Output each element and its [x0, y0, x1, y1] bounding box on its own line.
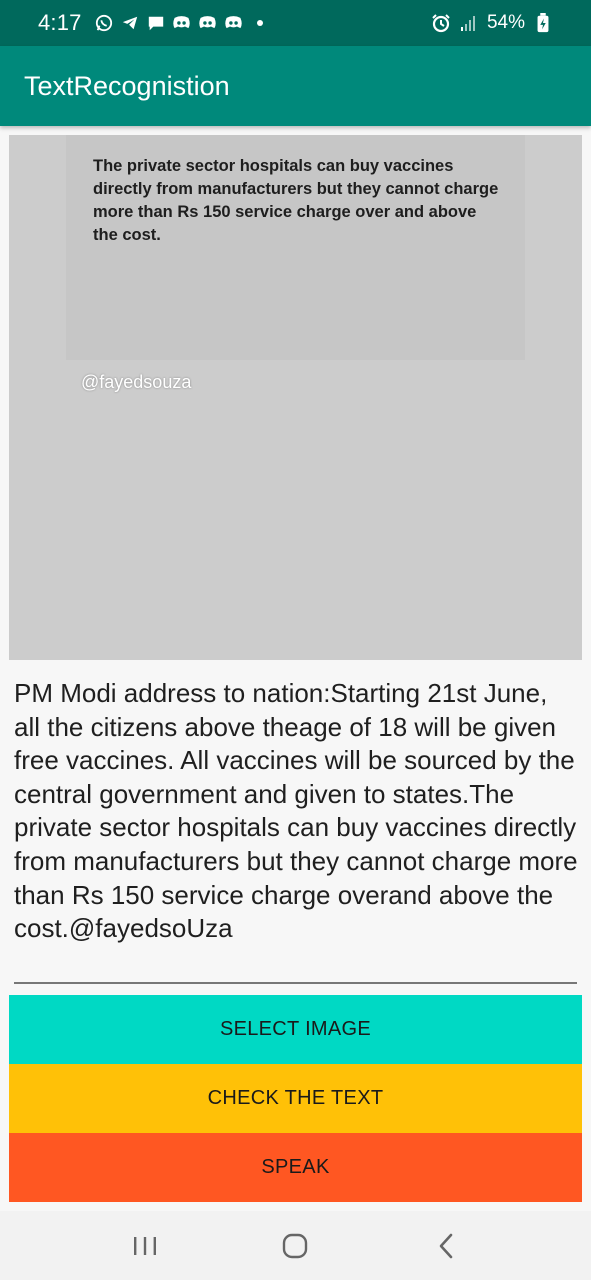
telegram-icon — [120, 13, 140, 33]
battery-percentage: 54% — [486, 12, 525, 33]
recent-apps-icon[interactable] — [115, 1221, 175, 1271]
selected-image-preview[interactable]: The private sector hospitals can buy vac… — [9, 135, 582, 660]
text-field-underline — [14, 982, 577, 984]
whatsapp-icon — [94, 13, 114, 33]
recognized-text[interactable]: PM Modi address to nation:Starting 21st … — [14, 677, 579, 946]
image-text-card: The private sector hospitals can buy vac… — [66, 135, 525, 360]
check-text-button[interactable]: CHECK THE TEXT — [9, 1064, 582, 1133]
signal-icon — [459, 13, 479, 33]
alarm-icon — [431, 13, 451, 33]
speak-button[interactable]: SPEAK — [9, 1133, 582, 1202]
discord-icon — [198, 13, 218, 33]
discord-icon — [224, 13, 244, 33]
app-title: TextRecognistion — [24, 70, 230, 101]
navigation-bar — [0, 1211, 591, 1280]
discord-icon — [172, 13, 192, 33]
message-icon — [146, 13, 166, 33]
image-text: The private sector hospitals can buy vac… — [93, 157, 499, 244]
status-bar: 4:17 54% — [0, 0, 591, 46]
app-bar: TextRecognistion — [0, 46, 591, 126]
image-handle: @fayedsouza — [81, 372, 192, 392]
battery-charging-icon — [533, 13, 553, 33]
select-image-button[interactable]: SELECT IMAGE — [9, 995, 582, 1064]
home-icon[interactable] — [265, 1221, 325, 1271]
dot-icon — [250, 13, 270, 33]
back-icon[interactable] — [416, 1221, 476, 1271]
status-time: 4:17 — [38, 10, 82, 35]
